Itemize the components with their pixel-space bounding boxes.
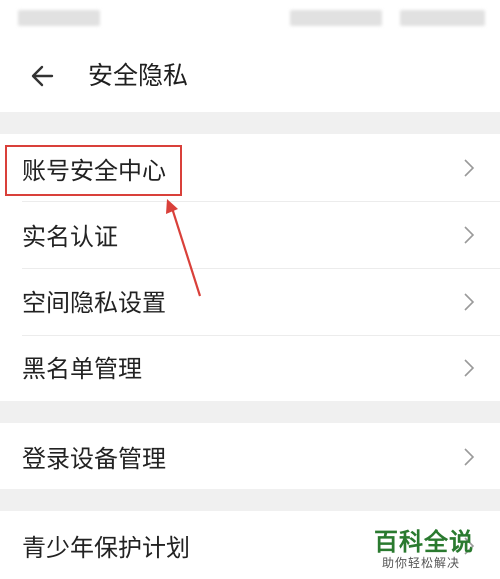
status-bar [0,0,500,42]
highlight-box [5,145,182,196]
menu-item-space-privacy-settings[interactable]: 空间隐私设置 [0,269,500,336]
menu-item-label: 登录设备管理 [22,445,166,473]
chevron-right-icon [464,293,475,311]
section-gap [0,401,500,423]
menu-item-login-device-management[interactable]: 登录设备管理 [0,423,500,489]
arrow-left-icon [31,65,54,87]
status-bar-icons-blur [290,10,382,26]
chevron-right-icon [464,448,475,466]
watermark-logo: 百科全说 助你轻松解决 [372,522,494,572]
menu-item-label: 黑名单管理 [22,355,142,383]
status-bar-clock-blur [400,10,485,26]
menu-item-label: 空间隐私设置 [22,289,166,317]
menu-item-blacklist-management[interactable]: 黑名单管理 [0,336,500,401]
status-bar-carrier-blur [18,10,100,26]
watermark-sub-text: 助你轻松解决 [382,556,461,570]
section-gap [0,489,500,511]
back-button[interactable] [24,56,64,96]
menu-item-label: 实名认证 [22,223,118,251]
chevron-right-icon [464,159,475,177]
page-title: 安全隐私 [88,61,189,90]
page-header: 安全隐私 [0,42,500,112]
menu-item-label: 青少年保护计划 [22,534,190,562]
menu-item-real-name-verification[interactable]: 实名认证 [0,202,500,269]
section-gap [0,112,500,134]
chevron-right-icon [464,226,475,244]
chevron-right-icon [464,359,475,377]
watermark-main-text: 百科全说 [374,528,474,556]
